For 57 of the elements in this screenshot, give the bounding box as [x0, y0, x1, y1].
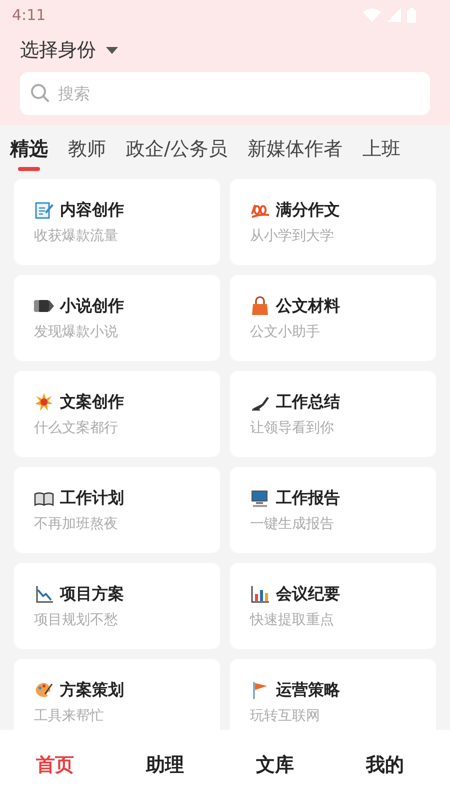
card-title: 文案创作	[60, 392, 124, 412]
memo-icon	[34, 200, 54, 220]
category-tab[interactable]: 政企/公务员	[126, 136, 228, 171]
card-title: 公文材料	[276, 296, 340, 316]
tool-card[interactable]: 内容创作 收获爆款流量	[14, 179, 220, 265]
card-title: 会议纪要	[276, 584, 340, 604]
card-subtitle: 让领导看到你	[250, 418, 335, 436]
tool-card[interactable]: 工作计划 不再加班熬夜	[14, 467, 220, 553]
card-title: 工作计划	[60, 488, 124, 508]
card-subtitle: 项目规划不愁	[34, 610, 119, 628]
card-subtitle: 一键生成报告	[250, 514, 335, 532]
category-tab[interactable]: 上班	[362, 136, 400, 171]
card-subtitle: 玩转互联网	[250, 706, 321, 724]
card-title: 项目方案	[60, 584, 124, 604]
tool-card[interactable]: 满分作文 从小学到大学	[230, 179, 436, 265]
search-icon	[30, 83, 50, 103]
category-tab[interactable]: 精选	[10, 136, 48, 171]
card-subtitle: 从小学到大学	[250, 226, 335, 244]
card-title: 工作总结	[276, 392, 340, 412]
card-subtitle: 工具来帮忙	[34, 706, 105, 724]
card-title: 小说创作	[60, 296, 124, 316]
palette-icon	[34, 680, 54, 700]
tool-card[interactable]: 项目方案 项目规划不愁	[14, 563, 220, 649]
burst-icon	[34, 392, 54, 412]
card-subtitle: 公文小助手	[250, 322, 321, 340]
card-subtitle: 不再加班熬夜	[34, 514, 119, 532]
tool-card[interactable]: 工作总结 让领导看到你	[230, 371, 436, 457]
card-title: 内容创作	[60, 200, 124, 220]
computer-icon	[250, 488, 270, 508]
tool-card[interactable]: 小说创作 发现爆款小说	[14, 275, 220, 361]
card-subtitle: 什么文案都行	[34, 418, 119, 436]
nav-tab[interactable]: 我的	[366, 752, 404, 778]
card-subtitle: 发现爆款小说	[34, 322, 119, 340]
tool-card[interactable]: 公文材料 公文小助手	[230, 275, 436, 361]
tool-card[interactable]: 文案创作 什么文案都行	[14, 371, 220, 457]
card-subtitle: 收获爆款流量	[34, 226, 119, 244]
nav-tab[interactable]: 首页	[36, 752, 74, 778]
category-tab[interactable]: 新媒体作者	[247, 136, 342, 171]
card-title: 方案策划	[60, 680, 124, 700]
tool-card[interactable]: 方案策划 工具来帮忙	[14, 659, 220, 730]
nav-tab[interactable]: 文库	[256, 752, 294, 778]
nav-tab[interactable]: 助理	[146, 752, 184, 778]
bar-chart-icon	[250, 584, 270, 604]
handbag-icon	[250, 296, 270, 316]
tool-card[interactable]: 工作报告 一键生成报告	[230, 467, 436, 553]
caret-icon	[106, 46, 118, 54]
status-time: 4:11	[12, 6, 46, 24]
tool-card[interactable]: 运营策略 玩转互联网	[230, 659, 436, 730]
tool-card[interactable]: 会议纪要 快速提取重点	[230, 563, 436, 649]
search-field[interactable]: 搜索	[20, 72, 430, 115]
category-tab[interactable]: 教师	[68, 136, 106, 171]
identity-dropdown[interactable]: 选择身份	[20, 30, 118, 70]
card-title: 满分作文	[276, 200, 340, 220]
card-subtitle: 快速提取重点	[250, 610, 335, 628]
card-title: 工作报告	[276, 488, 340, 508]
card-title: 运营策略	[276, 680, 340, 700]
chart-down-icon	[34, 584, 54, 604]
